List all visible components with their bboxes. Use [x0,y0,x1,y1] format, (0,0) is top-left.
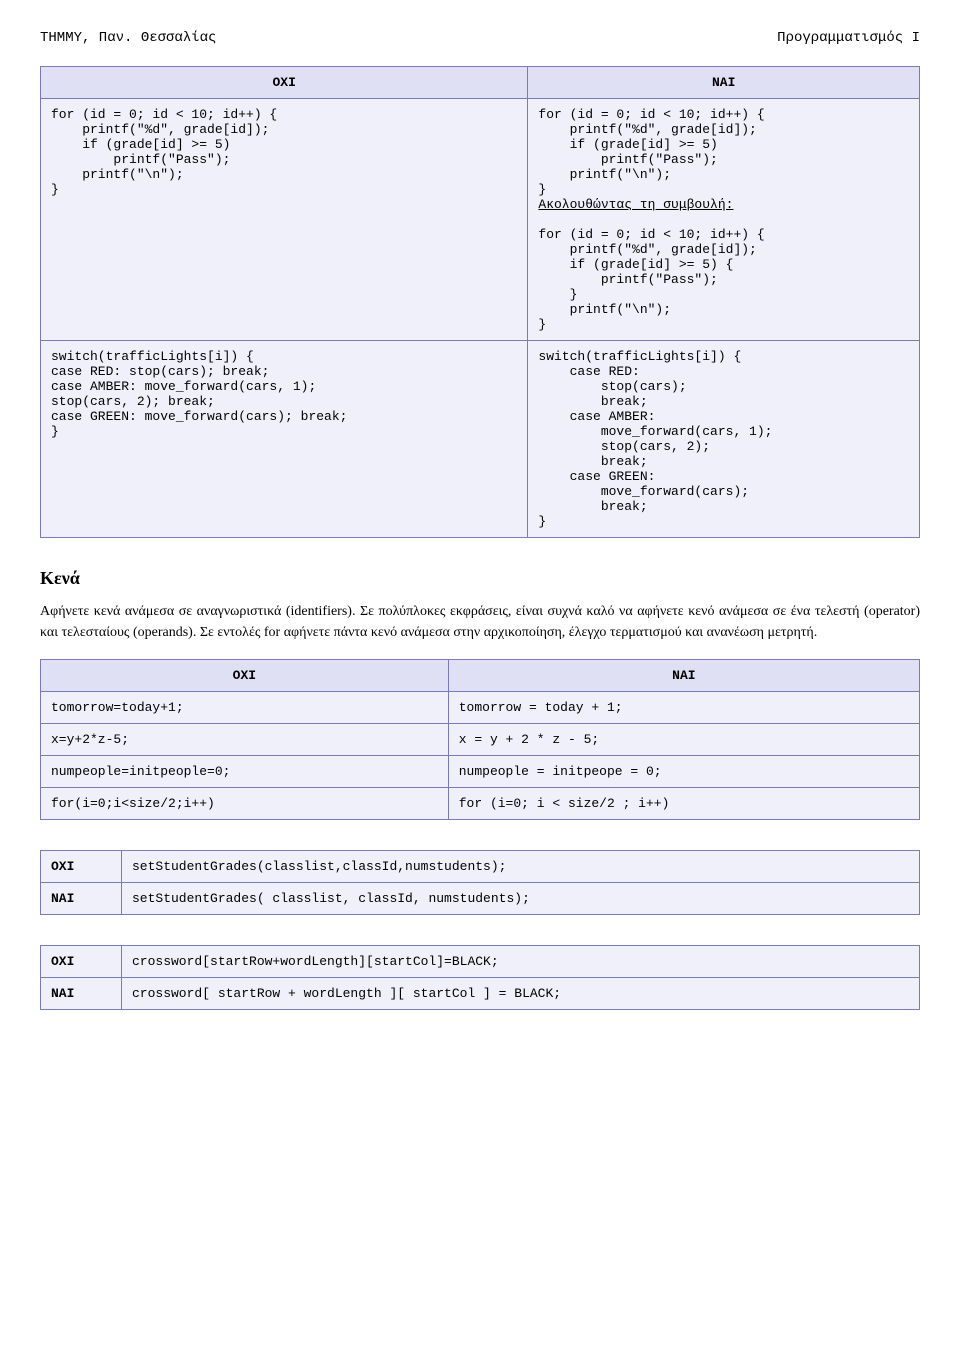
table-example-3: ΟΧΙ setStudentGrades(classlist,classId,n… [40,850,920,915]
table3-nai-label: ΝΑΙ [41,883,122,915]
table4-oxi-code: crossword[startRow+wordLength][startCol]… [122,946,920,978]
table1-row1-left: for (id = 0; id < 10; id++) { printf("%d… [41,99,528,341]
table1-row2-left: switch(trafficLights[i]) { case RED: sto… [41,341,528,538]
table-row: ΟΧΙ crossword[startRow+wordLength][start… [41,946,920,978]
table-example-4: ΟΧΙ crossword[startRow+wordLength][start… [40,945,920,1010]
table2-cell-right: for (i=0; i < size/2 ; i++) [448,788,919,820]
table-row: ΟΧΙ setStudentGrades(classlist,classId,n… [41,851,920,883]
table3-nai-code: setStudentGrades( classlist, classId, nu… [122,883,920,915]
table3-oxi-code: setStudentGrades(classlist,classId,numst… [122,851,920,883]
section-kena-paragraph: Αφήνετε κενά ανάμεσα σε αναγνωριστικά (i… [40,601,920,643]
header-left: ΤΗΜΜΥ, Παν. Θεσσαλίας [40,30,216,46]
table4-nai-code: crossword[ startRow + wordLength ][ star… [122,978,920,1010]
table2-cell-right: x = y + 2 * z - 5; [448,724,919,756]
table4-nai-label: ΝΑΙ [41,978,122,1010]
header-right: Προγραμματισμός Ι [777,30,920,46]
table1-row1-right-b: for (id = 0; id < 10; id++) { printf("%d… [538,227,764,332]
table2-cell-left: numpeople=initpeople=0; [41,756,449,788]
table1-header-nai: ΝΑΙ [528,67,920,99]
table2-cell-left: x=y+2*z-5; [41,724,449,756]
page-header: ΤΗΜΜΥ, Παν. Θεσσαλίας Προγραμματισμός Ι [40,30,920,46]
table1-header-oxi: ΟΧΙ [41,67,528,99]
table4-oxi-label: ΟΧΙ [41,946,122,978]
table1-row2-right: switch(trafficLights[i]) { case RED: sto… [528,341,920,538]
table-row: x=y+2*z-5; x = y + 2 * z - 5; [41,724,920,756]
table-row: ΝΑΙ crossword[ startRow + wordLength ][ … [41,978,920,1010]
table-row: for(i=0;i<size/2;i++) for (i=0; i < size… [41,788,920,820]
table1-row1-right-a: for (id = 0; id < 10; id++) { printf("%d… [538,107,764,197]
table1-row1-right: for (id = 0; id < 10; id++) { printf("%d… [528,99,920,341]
table2-header-nai: ΝΑΙ [448,660,919,692]
table-row: numpeople=initpeople=0; numpeople = init… [41,756,920,788]
table3-oxi-label: ΟΧΙ [41,851,122,883]
section-kena-title: Κενά [40,568,920,589]
table-examples-1: ΟΧΙ ΝΑΙ for (id = 0; id < 10; id++) { pr… [40,66,920,538]
table-examples-2: ΟΧΙ ΝΑΙ tomorrow=today+1; tomorrow = tod… [40,659,920,820]
table2-header-oxi: ΟΧΙ [41,660,449,692]
table-row: ΝΑΙ setStudentGrades( classlist, classId… [41,883,920,915]
table2-cell-right: tomorrow = today + 1; [448,692,919,724]
table2-cell-left: tomorrow=today+1; [41,692,449,724]
table1-row1-right-advice: Ακολουθώντας τη συμβουλή: [538,197,733,212]
table-row: tomorrow=today+1; tomorrow = today + 1; [41,692,920,724]
table2-cell-right: numpeople = initpeope = 0; [448,756,919,788]
table2-cell-left: for(i=0;i<size/2;i++) [41,788,449,820]
